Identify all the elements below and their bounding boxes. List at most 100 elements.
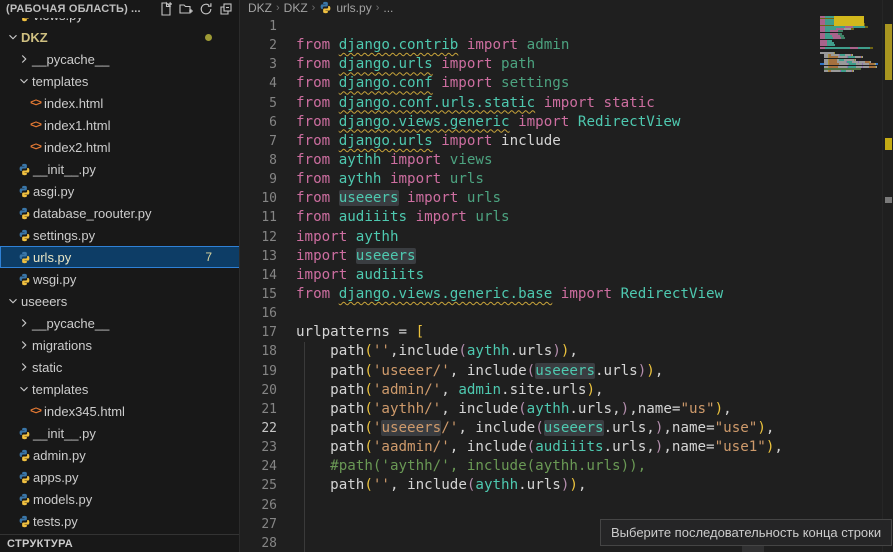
tree-item-admin-py[interactable]: admin.py [0, 444, 240, 466]
code-line-26[interactable]: 26 [241, 496, 816, 515]
tree-item-database-roouter-py[interactable]: database_roouter.py [0, 202, 240, 224]
code-line-24[interactable]: 24 #path('aythh/', include(aythh.urls)), [241, 457, 816, 476]
tree-item--pycache-[interactable]: __pycache__ [0, 312, 240, 334]
tree-item--init-py[interactable]: __init__.py [0, 158, 240, 180]
outline-section-header[interactable]: СТРУКТУРА [0, 534, 240, 552]
tree-item-index345-html[interactable]: <>index345.html [0, 400, 240, 422]
refresh-icon[interactable] [196, 1, 216, 17]
code-line-5[interactable]: 5from django.conf.urls.static import sta… [241, 94, 816, 113]
tree-item-label: __pycache__ [32, 316, 109, 331]
line-number: 5 [241, 94, 277, 113]
html-file-icon: <> [27, 95, 44, 111]
line-number: 26 [241, 496, 277, 515]
tree-item--pycache-[interactable]: __pycache__ [0, 48, 240, 70]
code-line-6[interactable]: 6from django.views.generic import Redire… [241, 113, 816, 132]
html-file-icon: <> [27, 117, 44, 133]
code-line-25[interactable]: 25 path('', include(aythh.urls)), [241, 476, 816, 495]
tree-item-tests-py[interactable]: tests.py [0, 510, 240, 532]
tree-item-index2-html[interactable]: <>index2.html [0, 136, 240, 158]
code-line-11[interactable]: 11from audiiits import urls [241, 208, 816, 227]
code-line-13[interactable]: 13import useeers [241, 247, 816, 266]
statusbar-hover-item[interactable] [742, 546, 764, 552]
minimap[interactable] [820, 14, 878, 80]
code-text: urlpatterns = [ [296, 323, 424, 342]
new-file-icon[interactable] [156, 1, 176, 17]
tree-item-templates[interactable]: templates [0, 70, 240, 92]
code-line-9[interactable]: 9from aythh import urls [241, 170, 816, 189]
breadcrumb-item-folder[interactable]: DKZ [284, 1, 308, 15]
tree-item-settings-py[interactable]: settings.py [0, 224, 240, 246]
code-line-21[interactable]: 21 path('aythh/', include(aythh.urls,),n… [241, 400, 816, 419]
breadcrumb[interactable]: DKZ › DKZ › urls.py › ... [241, 0, 893, 16]
code-line-10[interactable]: 10 from useeers import urls [241, 189, 816, 208]
more-actions-button[interactable]: ... [131, 3, 141, 15]
tree-item-static[interactable]: static [0, 356, 240, 378]
code-line-14[interactable]: 14import audiiits [241, 266, 816, 285]
tree-item-apps-py[interactable]: apps.py [0, 466, 240, 488]
python-file-icon [16, 469, 33, 485]
code-text: import aythh [296, 228, 399, 247]
tree-item--init-py[interactable]: __init__.py [0, 422, 240, 444]
tree-item-models-py[interactable]: models.py [0, 488, 240, 510]
code-line-3[interactable]: 3from django.urls import path [241, 55, 816, 74]
explorer-section-header[interactable]: (РАБОЧАЯ ОБЛАСТЬ) ... [0, 0, 240, 18]
tree-item-index-html[interactable]: <>index.html [0, 92, 240, 114]
tree-item-dkz[interactable]: DKZ [0, 26, 240, 48]
tree-item-label: database_roouter.py [33, 206, 152, 221]
line-number: 9 [241, 170, 277, 189]
python-file-icon [319, 1, 332, 15]
tree-item-label: admin.py [33, 448, 86, 463]
line-number: 1 [241, 17, 277, 36]
outline-section-title: СТРУКТУРА [7, 538, 73, 550]
code-area[interactable]: 12from django.contrib import admin3from … [241, 17, 816, 552]
chevron-down-icon [16, 381, 32, 397]
code-line-1[interactable]: 1 [241, 17, 816, 36]
overview-ruler[interactable] [882, 0, 893, 552]
collapse-all-icon[interactable] [216, 1, 236, 17]
tree-item-urls-py[interactable]: urls.py7 [0, 246, 240, 268]
code-line-7[interactable]: 7from django.urls import include [241, 132, 816, 151]
code-text: from useeers import urls [296, 189, 501, 208]
code-line-15[interactable]: 15from django.views.generic.base import … [241, 285, 816, 304]
code-line-23[interactable]: 23 path('aadmin/', include(audiiits.urls… [241, 438, 816, 457]
tree-item-migrations[interactable]: migrations [0, 334, 240, 356]
breadcrumb-item-file[interactable]: urls.py [336, 1, 371, 15]
chevron-down-icon [5, 293, 21, 309]
python-file-icon [16, 425, 33, 441]
code-line-12[interactable]: 12import aythh [241, 228, 816, 247]
line-number: 16 [241, 304, 277, 323]
line-number: 23 [241, 438, 277, 457]
chevron-down-icon [5, 29, 21, 45]
code-text: path('admin/', admin.site.urls), [296, 381, 604, 400]
tree-item-index1-html[interactable]: <>index1.html [0, 114, 240, 136]
code-line-18[interactable]: 18 path('',include(aythh.urls)), [241, 342, 816, 361]
code-line-4[interactable]: 4from django.conf import settings [241, 74, 816, 93]
new-folder-icon[interactable] [176, 1, 196, 17]
tree-item-asgi-py[interactable]: asgi.py [0, 180, 240, 202]
code-line-17[interactable]: 17urlpatterns = [ [241, 323, 816, 342]
tree-item-templates[interactable]: templates [0, 378, 240, 400]
tree-item-label: index345.html [44, 404, 125, 419]
code-line-2[interactable]: 2from django.contrib import admin [241, 36, 816, 55]
breadcrumb-item-root[interactable]: DKZ [248, 1, 272, 15]
code-line-20[interactable]: 20 path('admin/', admin.site.urls), [241, 381, 816, 400]
tree-item-wsgi-py[interactable]: wsgi.py [0, 268, 240, 290]
tree-item-label: tests.py [33, 514, 78, 529]
vscode-window: views.pyDKZ__pycache__templates<>index.h… [0, 0, 893, 552]
code-line-8[interactable]: 8from aythh import views [241, 151, 816, 170]
code-line-16[interactable]: 16 [241, 304, 816, 323]
code-text: path('useeer/', include(useeers.urls)), [296, 362, 663, 381]
ruler-mark [885, 24, 892, 80]
code-line-19[interactable]: 19 path('useeer/', include(useeers.urls)… [241, 362, 816, 381]
line-number: 10 [241, 189, 277, 208]
line-number: 24 [241, 457, 277, 476]
ruler-mark [885, 197, 892, 203]
breadcrumb-item-symbol[interactable]: ... [383, 1, 393, 15]
chevron-right-icon [16, 51, 32, 67]
problems-count-badge: 7 [205, 250, 212, 264]
tree-item-label: __pycache__ [32, 52, 109, 67]
code-line-22[interactable]: 22 path('useeers/', include(useeers.urls… [241, 419, 816, 438]
tree-item-label: settings.py [33, 228, 95, 243]
python-file-icon [16, 205, 33, 221]
tree-item-useeers[interactable]: useeers [0, 290, 240, 312]
